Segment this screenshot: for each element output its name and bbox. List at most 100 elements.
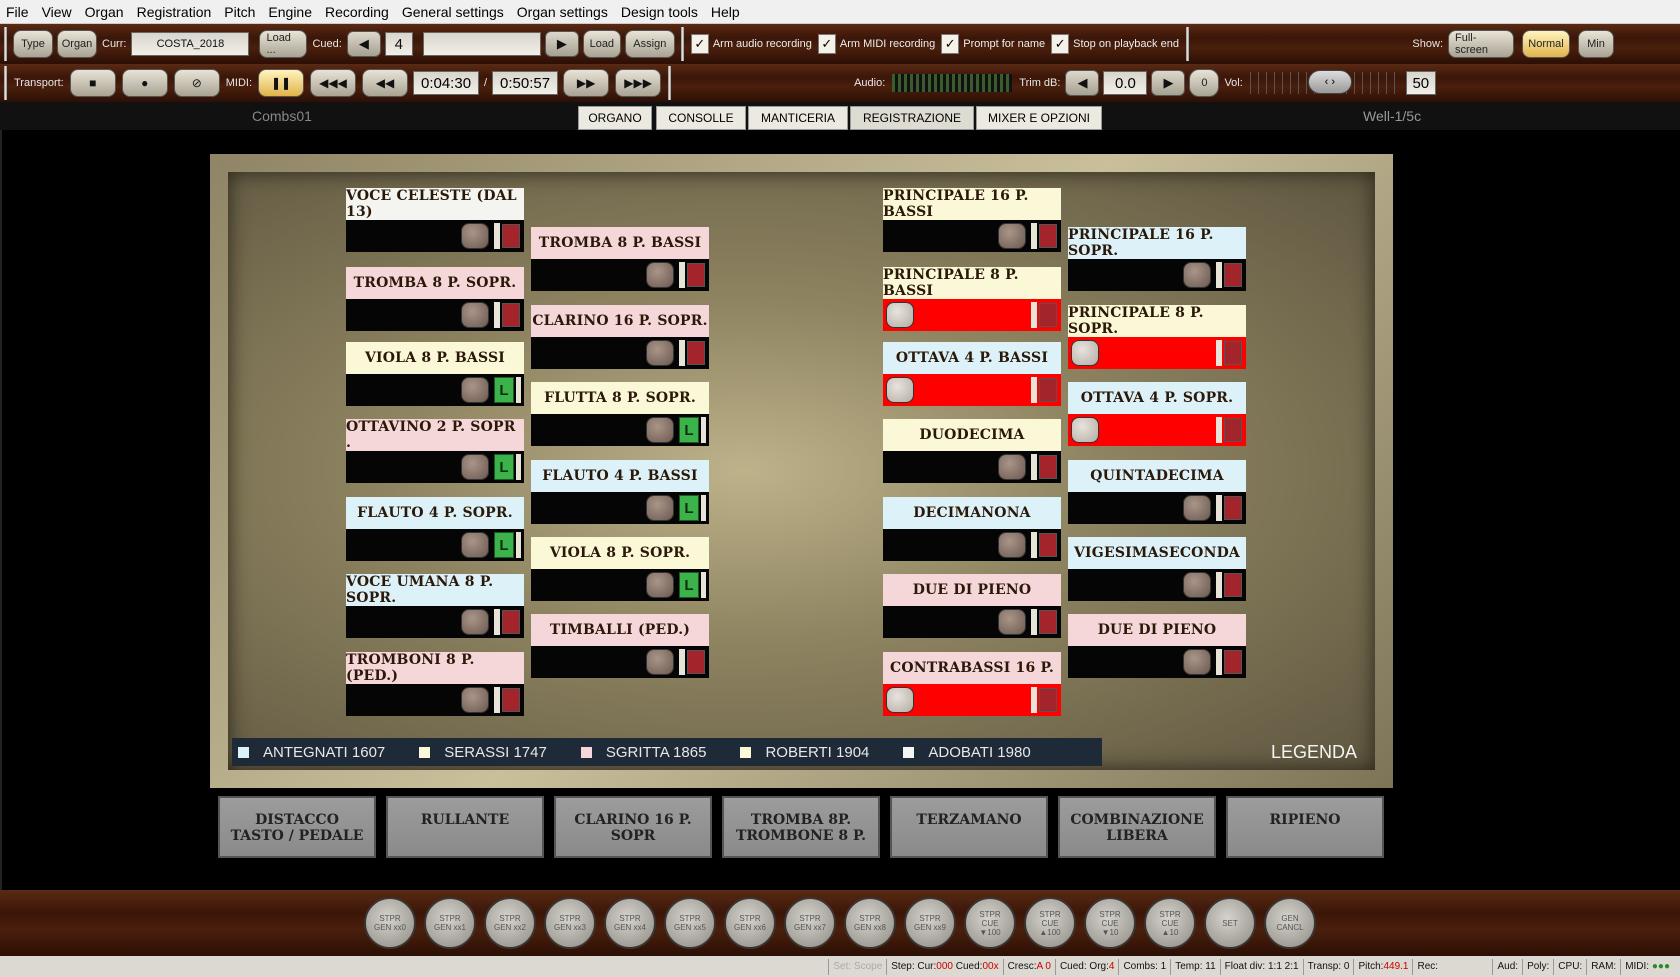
menu-registration[interactable]: Registration: [137, 4, 212, 20]
stop-flauto-4-p-sopr[interactable]: FLAUTO 4 P. SOPR. L: [346, 497, 524, 562]
knob-icon[interactable]: [1183, 572, 1211, 598]
knob-icon[interactable]: [461, 454, 489, 480]
knob-icon[interactable]: [998, 454, 1026, 480]
stop-flauto-4-p-bassi[interactable]: FLAUTO 4 P. BASSI L: [531, 460, 709, 525]
stop-ottava-4-p-bassi[interactable]: OTTAVA 4 P. BASSI: [883, 342, 1061, 407]
arm-midi-checkbox[interactable]: ✓ Arm MIDI recording: [817, 34, 935, 54]
stop-drawknob[interactable]: [1068, 337, 1246, 369]
menu-organ[interactable]: Organ: [85, 4, 124, 20]
stop-drawknob[interactable]: [531, 337, 709, 369]
knob-icon[interactable]: [886, 302, 914, 328]
stop-drawknob[interactable]: L: [531, 414, 709, 446]
min-button[interactable]: Min: [1578, 30, 1614, 58]
general-button-3[interactable]: STPR GEN xx3: [544, 897, 596, 949]
stop-ottavino-2-p-sopr[interactable]: OTTAVINO 2 P. SOPR . L: [346, 419, 524, 484]
stop-drawknob[interactable]: [883, 374, 1061, 406]
knob-icon[interactable]: [646, 417, 674, 443]
stop-principale-16-p-sopr[interactable]: PRINCIPALE 16 P. SOPR.: [1068, 227, 1246, 292]
tab-consolle[interactable]: CONSOLLE: [656, 106, 746, 130]
menu-organ-settings[interactable]: Organ settings: [517, 4, 608, 20]
stop-duodecima[interactable]: DUODECIMA: [883, 419, 1061, 484]
stop-drawknob[interactable]: [1068, 646, 1246, 678]
load-organ-button[interactable]: Load ...: [259, 30, 308, 58]
toolbar-grip[interactable]: [4, 27, 7, 61]
trim-value[interactable]: 0.0: [1103, 71, 1148, 95]
trim-down-button[interactable]: ◀: [1065, 70, 1100, 96]
stop-principale-8-p-sopr[interactable]: PRINCIPALE 8 P. SOPR.: [1068, 305, 1246, 370]
stop-viola-8-p-sopr[interactable]: VIOLA 8 P. SOPR. L: [531, 537, 709, 602]
tab-mixer-opzioni[interactable]: MIXER E OPZIONI: [976, 106, 1102, 130]
cued-prev-button[interactable]: ◀: [346, 31, 381, 57]
menu-help[interactable]: Help: [711, 4, 740, 20]
tab-manticeria[interactable]: MANTICERIA: [748, 106, 848, 130]
stop-drawknob[interactable]: [531, 646, 709, 678]
menu-pitch[interactable]: Pitch: [224, 4, 255, 20]
piston-7[interactable]: RIPIENO: [1226, 796, 1384, 858]
stop-drawknob[interactable]: L: [531, 492, 709, 524]
general-button-6[interactable]: STPR GEN xx6: [724, 897, 776, 949]
stop-due-di-pieno[interactable]: DUE DI PIENO: [1068, 614, 1246, 679]
knob-icon[interactable]: [1183, 262, 1211, 288]
piston-3[interactable]: CLARINO 16 P. SOPR: [554, 796, 712, 858]
knob-icon[interactable]: [461, 532, 489, 558]
record-button[interactable]: ●: [121, 69, 168, 97]
stop-decimanona[interactable]: DECIMANONA: [883, 497, 1061, 562]
piston-6[interactable]: COMBINAZIONE LIBERA: [1058, 796, 1216, 858]
knob-icon[interactable]: [646, 340, 674, 366]
stop-voce-umana-8-p-sopr[interactable]: VOCE UMANA 8 P. SOPR.: [346, 574, 524, 639]
stop-drawknob[interactable]: [883, 451, 1061, 483]
stop-drawknob[interactable]: [531, 259, 709, 291]
knob-icon[interactable]: [646, 572, 674, 598]
rewind-start-button[interactable]: ◀◀◀: [310, 69, 357, 97]
menu-recording[interactable]: Recording: [325, 4, 389, 20]
type-button[interactable]: Type: [13, 30, 53, 58]
stop-principale-16-p-bassi[interactable]: PRINCIPALE 16 P. BASSI: [883, 188, 1061, 253]
curr-organ-field[interactable]: COSTA_2018: [131, 32, 250, 56]
stop-drawknob[interactable]: [346, 220, 524, 252]
stop-contrabassi-16-p[interactable]: CONTRABASSI 16 P.: [883, 652, 1061, 717]
stop-drawknob[interactable]: [883, 606, 1061, 638]
general-button-5[interactable]: STPR GEN xx5: [664, 897, 716, 949]
general-button-15[interactable]: GEN CANCL: [1264, 897, 1316, 949]
stop-drawknob[interactable]: [883, 529, 1061, 561]
stop-drawknob[interactable]: [883, 684, 1061, 716]
stop-ottava-4-p-sopr[interactable]: OTTAVA 4 P. SOPR.: [1068, 382, 1246, 447]
knob-icon[interactable]: [1183, 649, 1211, 675]
record-midi-button[interactable]: ⊘: [173, 69, 220, 97]
stop-drawknob[interactable]: L: [346, 529, 524, 561]
stop-playback-checkbox[interactable]: ✓ Stop on playback end: [1051, 34, 1179, 54]
general-button-10[interactable]: STPR CUE ▼100: [964, 897, 1016, 949]
knob-icon[interactable]: [998, 223, 1026, 249]
stop-drawknob[interactable]: [883, 299, 1061, 331]
trim-reset-button[interactable]: 0: [1189, 69, 1220, 97]
stop-timballi-ped[interactable]: TIMBALLI (PED.): [531, 614, 709, 679]
stop-voce-celeste-dal-13[interactable]: VOCE CELESTE (DAL 13): [346, 188, 524, 253]
piston-1[interactable]: DISTACCO TASTO / PEDALE: [218, 796, 376, 858]
stop-drawknob[interactable]: [883, 220, 1061, 252]
general-button-4[interactable]: STPR GEN xx4: [604, 897, 656, 949]
stop-drawknob[interactable]: [346, 299, 524, 331]
stop-tromba-8-p-sopr[interactable]: TROMBA 8 P. SOPR.: [346, 267, 524, 332]
knob-icon[interactable]: [461, 223, 489, 249]
general-button-7[interactable]: STPR GEN xx7: [784, 897, 836, 949]
menu-view[interactable]: View: [42, 4, 72, 20]
volume-slider[interactable]: ‹ ›: [1249, 70, 1400, 94]
stop-drawknob[interactable]: [1068, 259, 1246, 291]
knob-icon[interactable]: [646, 262, 674, 288]
assign-button[interactable]: Assign: [624, 30, 675, 58]
arm-audio-checkbox[interactable]: ✓ Arm audio recording: [690, 34, 812, 54]
general-button-2[interactable]: STPR GEN xx2: [484, 897, 536, 949]
stop-drawknob[interactable]: L: [346, 451, 524, 483]
piston-4[interactable]: TROMBA 8P. TROMBONE 8 P.: [722, 796, 880, 858]
knob-icon[interactable]: [886, 687, 914, 713]
tab-organo[interactable]: ORGANO: [578, 106, 652, 130]
knob-icon[interactable]: [1183, 495, 1211, 521]
knob-icon[interactable]: [886, 377, 914, 403]
stop-due-di-pieno[interactable]: DUE DI PIENO: [883, 574, 1061, 639]
knob-icon[interactable]: [461, 302, 489, 328]
knob-icon[interactable]: [1071, 340, 1099, 366]
cued-name-field[interactable]: [422, 32, 541, 56]
general-button-9[interactable]: STPR GEN xx9: [904, 897, 956, 949]
menu-general-settings[interactable]: General settings: [402, 4, 504, 20]
knob-icon[interactable]: [998, 609, 1026, 635]
